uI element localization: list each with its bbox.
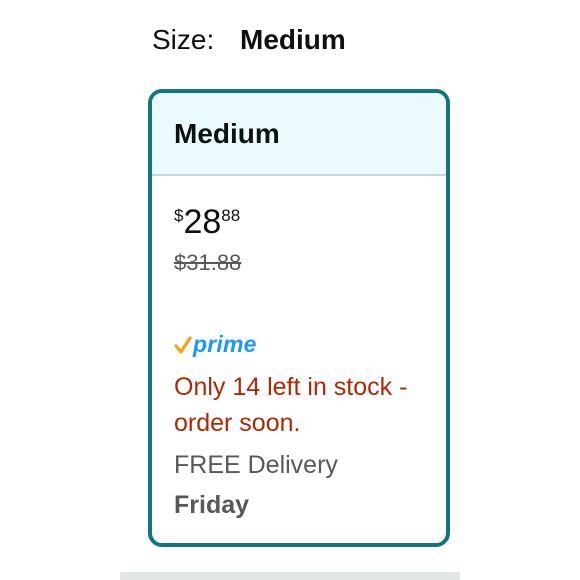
delivery-text: FREE Delivery xyxy=(174,451,338,479)
size-option-card-medium[interactable]: Medium $2888 $31.88 prime Only 14 left i… xyxy=(148,89,450,547)
price: $2888 xyxy=(174,202,240,242)
price-fraction: 88 xyxy=(221,206,241,225)
price-whole: 28 xyxy=(183,203,222,241)
size-option-header: Medium xyxy=(152,93,446,176)
stock-warning: Only 14 left in stock - order soon. xyxy=(174,373,408,437)
size-option-title: Medium xyxy=(174,117,280,149)
size-label: Size: xyxy=(152,24,215,55)
prime-badge: prime xyxy=(174,331,257,358)
delivery-day: Friday xyxy=(174,491,250,519)
page: Size: Medium Medium $2888 $31.88 prime O… xyxy=(0,0,580,580)
price-symbol: $ xyxy=(174,206,184,225)
selected-size-value: Medium xyxy=(240,24,346,55)
check-icon xyxy=(174,334,192,356)
bottom-divider xyxy=(120,572,460,580)
list-price-strikethrough: $31.88 xyxy=(174,250,242,275)
prime-label: prime xyxy=(193,331,257,357)
size-selector-row: Size: Medium xyxy=(152,20,346,60)
